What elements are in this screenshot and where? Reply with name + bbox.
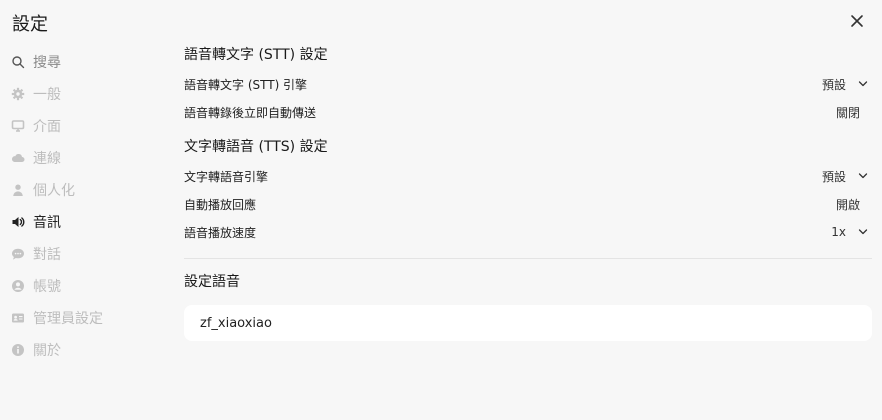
speaker-icon <box>10 214 26 230</box>
stt-engine-label: 語音轉文字 (STT) 引擎 <box>184 77 308 92</box>
stt-engine-value: 預設 <box>821 77 846 92</box>
stt-autosend-row: 語音轉錄後立即自動傳送 關閉 <box>184 98 872 126</box>
id-card-icon <box>10 310 26 326</box>
sidebar-item-connections[interactable]: 連線 <box>10 142 160 174</box>
tts-autoplay-label: 自動播放回應 <box>184 197 257 212</box>
tts-speed-label: 語音播放速度 <box>184 225 257 240</box>
sidebar-item-label: 介面 <box>33 119 61 135</box>
section-divider <box>184 258 872 259</box>
tts-engine-select[interactable]: 預設 <box>822 168 872 185</box>
sidebar-item-label: 關於 <box>33 343 61 359</box>
gear-icon <box>10 86 26 102</box>
stt-section-title: 語音轉文字 (STT) 設定 <box>184 47 328 63</box>
sidebar-item-audio[interactable]: 音訊 <box>10 206 160 238</box>
chevron-down-icon <box>858 229 868 235</box>
chat-bubble-icon <box>10 246 26 262</box>
cloud-icon <box>10 150 26 166</box>
monitor-icon <box>10 118 26 134</box>
stt-engine-select[interactable]: 預設 <box>822 76 872 93</box>
sidebar-item-label: 個人化 <box>33 183 75 199</box>
search-icon <box>10 54 26 70</box>
voice-input[interactable] <box>184 305 872 341</box>
tts-autoplay-value: 開啟 <box>835 197 860 212</box>
sidebar-item-admin-settings[interactable]: 管理員設定 <box>10 302 160 334</box>
tts-section-title: 文字轉語音 (TTS) 設定 <box>184 139 328 155</box>
audio-settings-panel: 語音轉文字 (STT) 設定 語音轉文字 (STT) 引擎 預設 語音轉錄後立即… <box>184 44 872 341</box>
sidebar-item-label: 一般 <box>33 87 61 103</box>
sidebar-item-search[interactable]: 搜尋 <box>10 46 160 78</box>
sidebar-item-label: 對話 <box>33 247 61 263</box>
user-icon <box>10 182 26 198</box>
settings-sidebar: 搜尋 一般 介面 連線 個人化 音訊 對話 帳號 管理員設定 關於 <box>10 46 160 366</box>
sidebar-item-account[interactable]: 帳號 <box>10 270 160 302</box>
tts-autoplay-row: 自動播放回應 開啟 <box>184 190 872 218</box>
stt-autosend-value: 關閉 <box>835 105 860 120</box>
chevron-down-icon <box>858 81 868 87</box>
sidebar-item-label: 管理員設定 <box>33 311 103 327</box>
tts-engine-row: 文字轉語音引擎 預設 <box>184 162 872 190</box>
sidebar-item-interface[interactable]: 介面 <box>10 110 160 142</box>
sidebar-item-label: 搜尋 <box>33 55 61 71</box>
page-title: 設定 <box>12 14 48 35</box>
stt-engine-row: 語音轉文字 (STT) 引擎 預設 <box>184 70 872 98</box>
sidebar-item-chats[interactable]: 對話 <box>10 238 160 270</box>
sidebar-item-personalization[interactable]: 個人化 <box>10 174 160 206</box>
sidebar-item-label: 音訊 <box>33 215 61 231</box>
tts-engine-value: 預設 <box>821 169 846 184</box>
voice-section-title: 設定語音 <box>184 274 240 290</box>
account-circle-icon <box>10 278 26 294</box>
tts-autoplay-toggle[interactable]: 開啟 <box>836 196 872 213</box>
sidebar-item-label: 帳號 <box>33 279 61 295</box>
close-icon[interactable] <box>848 12 866 30</box>
stt-autosend-label: 語音轉錄後立即自動傳送 <box>184 105 317 120</box>
sidebar-item-about[interactable]: 關於 <box>10 334 160 366</box>
info-icon <box>10 342 26 358</box>
stt-autosend-toggle[interactable]: 關閉 <box>836 104 872 121</box>
tts-speed-select[interactable]: 1x <box>831 225 872 239</box>
tts-speed-value: 1x <box>831 225 846 239</box>
sidebar-item-label: 連線 <box>33 151 61 167</box>
tts-speed-row: 語音播放速度 1x <box>184 218 872 246</box>
sidebar-item-general[interactable]: 一般 <box>10 78 160 110</box>
tts-engine-label: 文字轉語音引擎 <box>184 169 269 184</box>
chevron-down-icon <box>858 173 868 179</box>
